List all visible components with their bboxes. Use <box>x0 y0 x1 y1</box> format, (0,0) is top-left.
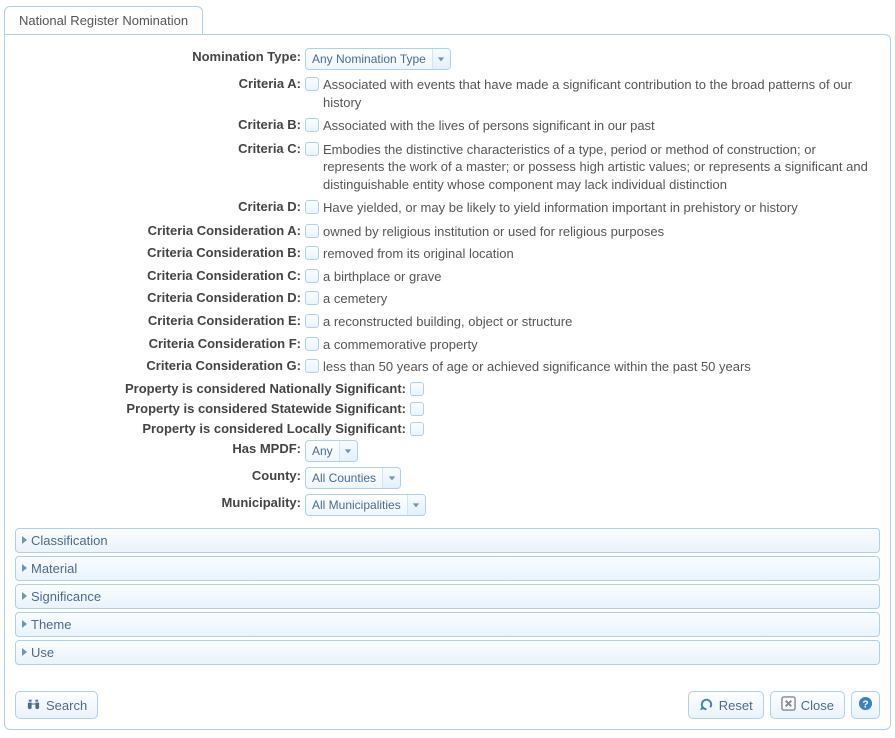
checkbox-cc-f[interactable] <box>305 337 319 351</box>
chevron-down-icon <box>382 468 400 488</box>
caret-right-icon <box>22 536 27 544</box>
help-button[interactable]: ? <box>851 691 880 719</box>
accordion-use[interactable]: Use <box>15 640 880 665</box>
checkbox-criteria-a[interactable] <box>305 77 319 91</box>
desc-criteria-c: Embodies the distinctive characteristics… <box>323 140 880 194</box>
label-cc-d: Criteria Consideration D: <box>15 288 305 305</box>
accordion-significance[interactable]: Significance <box>15 584 880 609</box>
label-statewide-significant: Property is considered Statewide Signifi… <box>15 399 410 416</box>
label-cc-e: Criteria Consideration E: <box>15 311 305 328</box>
desc-cc-f: a commemorative property <box>323 335 478 354</box>
reset-button[interactable]: Reset <box>688 691 764 719</box>
label-cc-g: Criteria Consideration G: <box>15 356 305 373</box>
combo-nomination-type-value: Any Nomination Type <box>306 49 432 69</box>
checkbox-locally-significant[interactable] <box>410 422 424 436</box>
combo-county[interactable]: All Counties <box>305 467 401 489</box>
help-icon: ? <box>858 696 873 714</box>
label-cc-f: Criteria Consideration F: <box>15 334 305 351</box>
label-criteria-c: Criteria C: <box>15 139 305 156</box>
desc-criteria-a: Associated with events that have made a … <box>323 75 880 111</box>
caret-right-icon <box>22 564 27 572</box>
tab-label: National Register Nomination <box>19 13 188 28</box>
combo-nomination-type[interactable]: Any Nomination Type <box>305 48 451 70</box>
undo-icon <box>699 696 714 714</box>
checkbox-cc-b[interactable] <box>305 246 319 260</box>
checkbox-criteria-d[interactable] <box>305 200 319 214</box>
combo-municipality[interactable]: All Municipalities <box>305 494 426 516</box>
checkbox-criteria-b[interactable] <box>305 118 319 132</box>
desc-cc-e: a reconstructed building, object or stru… <box>323 312 572 331</box>
accordion-significance-label: Significance <box>31 589 101 604</box>
checkbox-cc-c[interactable] <box>305 269 319 283</box>
label-county: County: <box>15 466 305 483</box>
label-criteria-a: Criteria A: <box>15 74 305 91</box>
tab-panel: Nomination Type: Any Nomination Type Cri… <box>4 34 891 730</box>
accordion-material-label: Material <box>31 561 77 576</box>
desc-cc-d: a cemetery <box>323 289 387 308</box>
label-cc-b: Criteria Consideration B: <box>15 243 305 260</box>
desc-cc-b: removed from its original location <box>323 244 514 263</box>
checkbox-statewide-significant[interactable] <box>410 402 424 416</box>
label-nomination-type: Nomination Type: <box>15 47 305 64</box>
checkbox-criteria-c[interactable] <box>305 142 319 156</box>
label-cc-c: Criteria Consideration C: <box>15 266 305 283</box>
svg-text:?: ? <box>862 699 868 710</box>
checkbox-nationally-significant[interactable] <box>410 382 424 396</box>
checkbox-cc-a[interactable] <box>305 224 319 238</box>
desc-criteria-d: Have yielded, or may be likely to yield … <box>323 198 798 217</box>
close-icon <box>781 696 796 714</box>
desc-cc-c: a birthplace or grave <box>323 267 442 286</box>
label-municipality: Municipality: <box>15 493 305 510</box>
accordion-theme-label: Theme <box>31 617 71 632</box>
search-button[interactable]: Search <box>15 691 98 719</box>
combo-county-value: All Counties <box>306 468 382 488</box>
tab-national-register-nomination[interactable]: National Register Nomination <box>4 6 203 34</box>
accordion-material[interactable]: Material <box>15 556 880 581</box>
desc-cc-g: less than 50 years of age or achieved si… <box>323 357 751 376</box>
chevron-down-icon <box>339 441 357 461</box>
label-locally-significant: Property is considered Locally Significa… <box>15 419 410 436</box>
label-criteria-d: Criteria D: <box>15 197 305 214</box>
label-nationally-significant: Property is considered Nationally Signif… <box>15 379 410 396</box>
accordion-theme[interactable]: Theme <box>15 612 880 637</box>
checkbox-cc-d[interactable] <box>305 291 319 305</box>
accordion-classification-label: Classification <box>31 533 108 548</box>
combo-has-mpdf[interactable]: Any <box>305 440 358 462</box>
label-cc-a: Criteria Consideration A: <box>15 221 305 238</box>
chevron-down-icon <box>407 495 425 515</box>
desc-criteria-b: Associated with the lives of persons sig… <box>323 116 655 135</box>
caret-right-icon <box>22 648 27 656</box>
accordion-use-label: Use <box>31 645 54 660</box>
close-button-label: Close <box>801 698 834 713</box>
combo-municipality-value: All Municipalities <box>306 495 407 515</box>
checkbox-cc-g[interactable] <box>305 359 319 373</box>
caret-right-icon <box>22 592 27 600</box>
reset-button-label: Reset <box>719 698 753 713</box>
search-button-label: Search <box>46 698 87 713</box>
chevron-down-icon <box>432 49 450 69</box>
accordion-classification[interactable]: Classification <box>15 528 880 553</box>
close-button[interactable]: Close <box>770 691 845 719</box>
combo-has-mpdf-value: Any <box>306 441 339 461</box>
checkbox-cc-e[interactable] <box>305 314 319 328</box>
desc-cc-a: owned by religious institution or used f… <box>323 222 664 241</box>
caret-right-icon <box>22 620 27 628</box>
label-has-mpdf: Has MPDF: <box>15 439 305 456</box>
label-criteria-b: Criteria B: <box>15 115 305 132</box>
binoculars-icon <box>26 696 41 714</box>
